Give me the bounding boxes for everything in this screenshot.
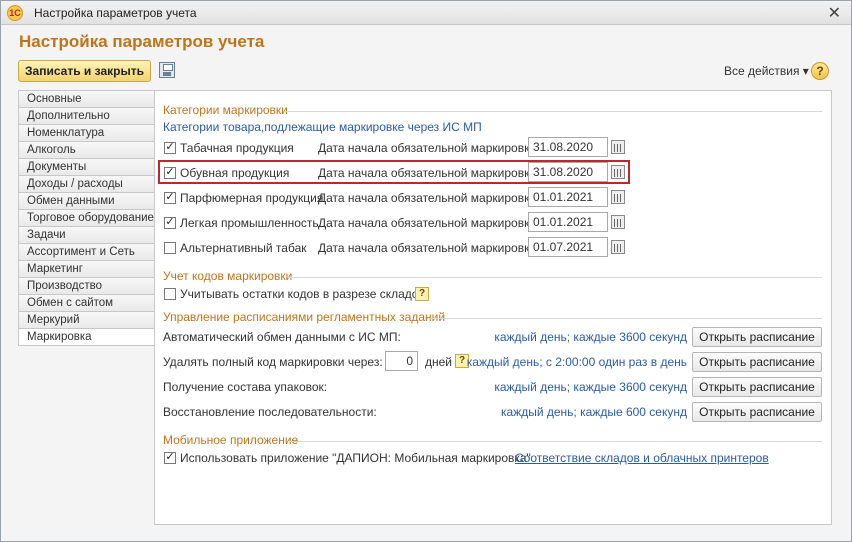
date-field[interactable]: 01.01.2021 [528, 187, 608, 207]
category-label: Альтернативный табак [180, 241, 307, 255]
checkbox-mobile-app[interactable]: ✓ [164, 452, 176, 464]
hint-icon[interactable]: ? [415, 287, 429, 301]
days-input[interactable]: 0 [385, 351, 418, 371]
tab-content-panel: Категории маркировки Категории товара,по… [154, 90, 832, 525]
settings-window: 1С Настройка параметров учета ✕ Настройк… [0, 0, 852, 542]
date-label: Дата начала обязательной маркировки: [318, 216, 540, 230]
close-icon[interactable]: ✕ [828, 3, 841, 23]
date-label: Дата начала обязательной маркировки: [318, 141, 540, 155]
tab-merkuriy[interactable]: Меркурий [18, 311, 155, 328]
checkbox-parfyumernaya[interactable]: ✓ [164, 192, 176, 204]
app-logo-icon: 1С [7, 5, 23, 21]
open-schedule-button[interactable]: Открыть расписание [692, 402, 822, 422]
help-icon[interactable]: ? [811, 62, 829, 80]
tab-proizvodstvo[interactable]: Производство [18, 277, 155, 294]
tab-alkogol[interactable]: Алкоголь [18, 141, 155, 158]
open-schedule-button[interactable]: Открыть расписание [692, 377, 822, 397]
schedule-row-label: Получение состава упаковок: [163, 380, 328, 394]
tab-dohody-rashody[interactable]: Доходы / расходы [18, 175, 155, 192]
date-label: Дата начала обязательной маркировки: [318, 241, 540, 255]
tab-obmen-dannymi[interactable]: Обмен данными [18, 192, 155, 209]
date-field[interactable]: 01.07.2021 [528, 237, 608, 257]
schedule-text: каждый день; каждые 600 секунд [501, 405, 687, 419]
category-label: Парфюмерная продукция [180, 191, 324, 205]
section-title-categories: Категории маркировки [163, 103, 288, 117]
section-divider [427, 318, 822, 319]
highlight-box [158, 160, 630, 184]
calendar-icon[interactable] [611, 215, 625, 229]
checkbox-alternativny-tabak[interactable] [164, 242, 176, 254]
all-actions-menu[interactable]: Все действия ▾ [724, 64, 809, 78]
tab-osnovnye[interactable]: Основные [18, 90, 155, 107]
tab-assortiment[interactable]: Ассортимент и Сеть [18, 243, 155, 260]
schedule-text: каждый день; каждые 3600 секунд [494, 330, 687, 344]
tab-marketing[interactable]: Маркетинг [18, 260, 155, 277]
categories-subtitle: Категории товара,подлежащие маркировке ч… [163, 120, 482, 134]
category-label: Легкая промышленность [180, 216, 319, 230]
days-unit-label: дней [425, 355, 453, 369]
tab-markirovka[interactable]: Маркировка [18, 328, 155, 346]
save-and-close-button[interactable]: Записать и закрыть [18, 60, 151, 82]
section-divider [285, 111, 822, 112]
schedule-row-label: Удалять полный код маркировки через: [163, 355, 383, 369]
calendar-icon[interactable] [611, 240, 625, 254]
checkbox-tabachnaya[interactable]: ✓ [164, 142, 176, 154]
tab-nomenklatura[interactable]: Номенклатура [18, 124, 155, 141]
section-divider [288, 277, 822, 278]
save-icon[interactable] [159, 62, 175, 78]
warehouse-codes-label: Учитывать остатки кодов в разрезе складо… [180, 287, 425, 301]
schedule-text: каждый день; с 2:00:00 один раз в день [466, 355, 687, 369]
checkbox-legkaya[interactable]: ✓ [164, 217, 176, 229]
date-field[interactable]: 01.01.2021 [528, 212, 608, 232]
date-field[interactable]: 31.08.2020 [528, 137, 608, 157]
tab-list: Основные Дополнительно Номенклатура Алко… [18, 90, 155, 346]
section-divider [289, 441, 822, 442]
tab-dokumenty[interactable]: Документы [18, 158, 155, 175]
section-title-schedules: Управление расписаниями регламентных зад… [163, 310, 446, 324]
schedule-text: каждый день; каждые 3600 секунд [494, 380, 687, 394]
open-schedule-button[interactable]: Открыть расписание [692, 352, 822, 372]
category-label: Табачная продукция [180, 141, 294, 155]
section-title-codes: Учет кодов маркировки [163, 269, 293, 283]
title-bar: 1С Настройка параметров учета ✕ [1, 1, 851, 25]
tab-zadachi[interactable]: Задачи [18, 226, 155, 243]
printer-mapping-link[interactable]: Соответствие складов и облачных принтеро… [515, 451, 769, 465]
page-title: Настройка параметров учета [19, 32, 265, 51]
tab-torgovoe-oborudovanie[interactable]: Торговое оборудование [18, 209, 155, 226]
date-label: Дата начала обязательной маркировки: [318, 191, 540, 205]
checkbox-warehouse-codes[interactable] [164, 288, 176, 300]
mobile-app-label: Использовать приложение "ДАПИОН: Мобильн… [180, 451, 531, 465]
section-title-mobile: Мобильное приложение [163, 433, 299, 447]
tab-dopolnitelno[interactable]: Дополнительно [18, 107, 155, 124]
schedule-row-label: Восстановление последовательности: [163, 405, 377, 419]
schedule-row-label: Автоматический обмен данными с ИС МП: [163, 330, 401, 344]
tab-obmen-s-saitom[interactable]: Обмен с сайтом [18, 294, 155, 311]
window-title: Настройка параметров учета [34, 6, 197, 20]
calendar-icon[interactable] [611, 140, 625, 154]
calendar-icon[interactable] [611, 190, 625, 204]
open-schedule-button[interactable]: Открыть расписание [692, 327, 822, 347]
